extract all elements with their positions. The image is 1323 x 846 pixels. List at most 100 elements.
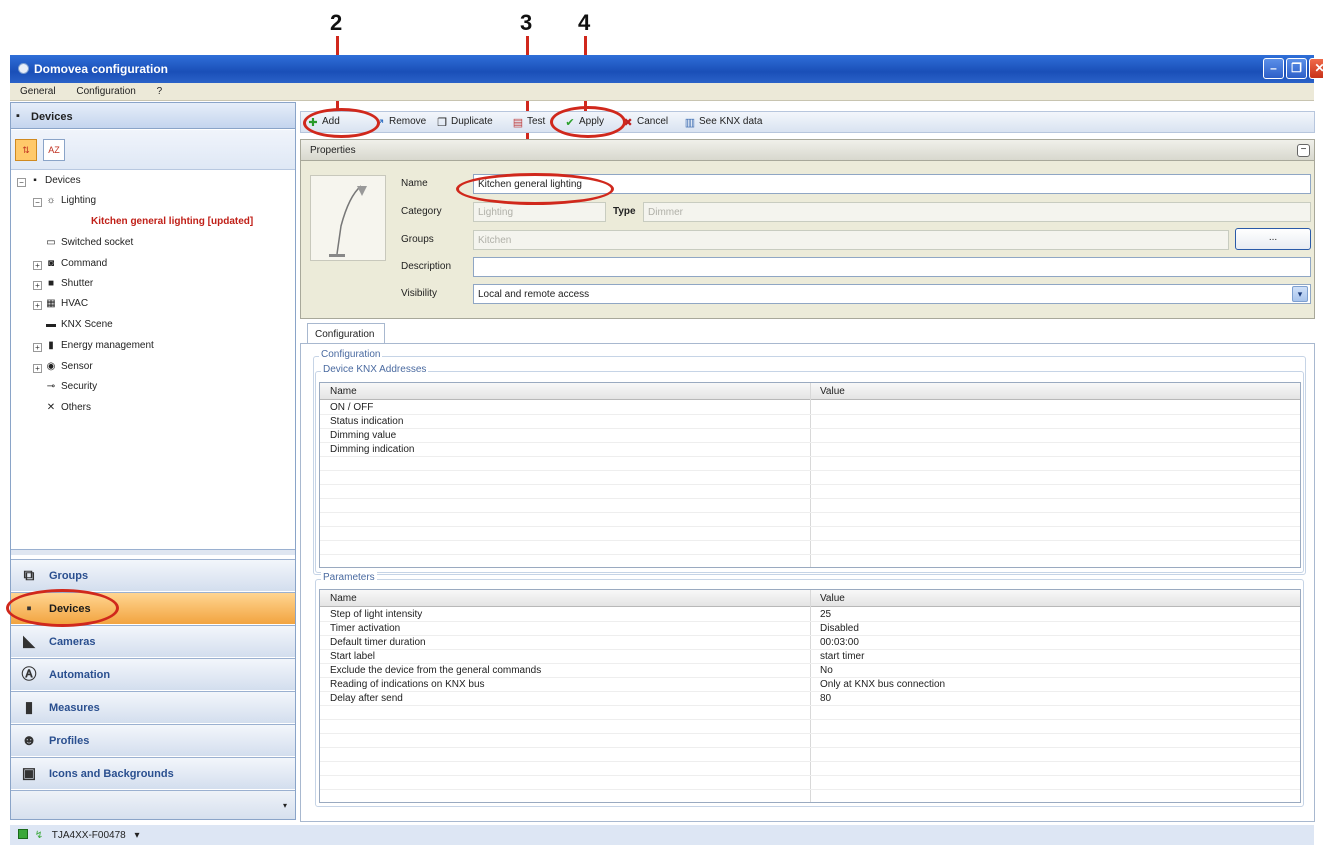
tree-collapse-icon[interactable]: − (17, 178, 26, 187)
title-bar: Domovea configuration – ❐ ✕ (10, 55, 1323, 83)
devices-header-label: Devices (31, 111, 73, 123)
tree-label: Others (61, 402, 92, 413)
nav-profiles[interactable]: ☻ Profiles (11, 724, 295, 756)
camera-icon: ◣ (23, 633, 35, 650)
row-value: 25 (820, 609, 832, 620)
row-name: Dimming indication (330, 444, 415, 455)
nav-measures[interactable]: ▮ Measures (11, 691, 295, 723)
table-row (320, 485, 1300, 499)
nav-overflow-bar: ▾ (11, 790, 295, 819)
restore-icon[interactable]: ❐ (1286, 58, 1307, 79)
tree-expand-icon[interactable]: + (33, 301, 42, 310)
table-row[interactable]: Timer activation Disabled (320, 622, 1300, 636)
highlight-devices (6, 589, 119, 627)
tree-item-others[interactable]: ✕ Others (45, 402, 91, 413)
table-row (320, 471, 1300, 485)
chevron-down-icon[interactable]: ▾ (283, 801, 287, 810)
tree-expand-icon[interactable]: + (33, 261, 42, 270)
table-row[interactable]: Exclude the device from the general comm… (320, 664, 1300, 678)
tree-item-lighting[interactable]: ☼ Lighting (45, 195, 96, 206)
tree-item-security[interactable]: ⊸ Security (45, 381, 97, 392)
table-row[interactable]: Start label start timer (320, 650, 1300, 664)
nav-icons-backgrounds[interactable]: ▣ Icons and Backgrounds (11, 757, 295, 789)
bulb-icon: ☼ (46, 195, 56, 206)
devices-icon: ▪ (33, 175, 37, 186)
table-row[interactable]: Default timer duration 00:03:00 (320, 636, 1300, 650)
chevron-down-icon[interactable]: ▾ (135, 830, 140, 841)
tree-item-kitchen-lighting[interactable]: Kitchen general lighting [updated] (91, 216, 253, 227)
row-name: Timer activation (330, 623, 401, 634)
tree-item-command[interactable]: ◙ Command (45, 258, 107, 269)
table-row (320, 762, 1300, 776)
table-row[interactable]: Dimming value (320, 429, 1300, 443)
table-row (320, 527, 1300, 541)
splitter-handle[interactable] (11, 549, 295, 555)
minimize-icon[interactable]: – (1263, 58, 1284, 79)
knx-data-icon: ▥ (684, 117, 696, 129)
collapse-icon[interactable]: − (1297, 144, 1310, 157)
table-row[interactable]: Status indication (320, 415, 1300, 429)
table-row[interactable]: Dimming indication (320, 443, 1300, 457)
menu-help[interactable]: ? (147, 83, 171, 97)
row-value: 80 (820, 693, 832, 704)
shutter-icon: ■ (47, 278, 55, 289)
tree-item-switched-socket[interactable]: ▭ Switched socket (45, 237, 133, 248)
groups-browse-button[interactable]: ... (1235, 228, 1311, 250)
table-row (320, 748, 1300, 762)
visibility-select[interactable]: Local and remote access ▾ (473, 284, 1311, 304)
tree-item-hvac[interactable]: ▦ HVAC (45, 298, 88, 309)
others-icon: ✕ (46, 402, 56, 413)
tree-expand-icon[interactable]: + (33, 343, 42, 352)
duplicate-icon: ❐ (437, 117, 447, 129)
table-row[interactable]: ON / OFF (320, 401, 1300, 415)
nav-label: Automation (49, 669, 111, 681)
col-name: Name (330, 386, 357, 397)
duplicate-button[interactable]: ❐ Duplicate (435, 116, 493, 129)
table-row[interactable]: Step of light intensity 25 (320, 608, 1300, 622)
remove-label: Remove (389, 116, 427, 127)
sort-category-icon[interactable]: ⇅ (15, 139, 37, 161)
tree-expand-icon[interactable]: + (33, 281, 42, 290)
status-bar: ↯ TJA4XX-F00478 ▾ (10, 825, 1314, 845)
tree-item-shutter[interactable]: ■ Shutter (45, 278, 93, 289)
remove-button[interactable]: ↗ Remove (373, 116, 426, 129)
network-icon: ↯ (34, 830, 44, 841)
chevron-down-icon[interactable]: ▾ (1292, 286, 1308, 302)
row-name: Reading of indications on KNX bus (330, 679, 485, 690)
left-panel: ▪ Devices ⇅ AZ − ▪ Devices − ☼ Lighting Ki… (10, 102, 296, 820)
visibility-label: Visibility (401, 288, 437, 299)
tree-item-energy[interactable]: ▮ Energy management (45, 340, 154, 351)
see-knx-button[interactable]: ▥ See KNX data (683, 116, 763, 129)
nav-groups[interactable]: ⧉ Groups (11, 559, 295, 591)
scene-icon: ▬ (46, 319, 56, 330)
table-row[interactable]: Delay after send 80 (320, 692, 1300, 706)
tree-expand-icon[interactable]: + (33, 364, 42, 373)
tab-configuration[interactable]: Configuration (307, 323, 385, 344)
tree-label: Switched socket (61, 237, 134, 248)
nav-label: Cameras (49, 636, 96, 648)
app-icon (18, 63, 29, 74)
description-field[interactable] (473, 257, 1311, 277)
cancel-label: Cancel (637, 116, 669, 127)
parameters-legend: Parameters (321, 572, 377, 583)
cancel-button[interactable]: ✖ Cancel (621, 116, 668, 129)
menu-general[interactable]: General (10, 83, 64, 97)
command-icon: ◙ (47, 258, 55, 269)
callout-3: 3 (520, 10, 533, 35)
sort-toolbar: ⇅ AZ (11, 130, 295, 170)
tree-item-sensor[interactable]: ◉ Sensor (45, 361, 93, 372)
test-button[interactable]: ▤ Test (511, 116, 546, 129)
tree-item-knx-scene[interactable]: ▬ KNX Scene (45, 319, 113, 330)
table-row[interactable]: Reading of indications on KNX bus Only at… (320, 678, 1300, 692)
tree-item-devices[interactable]: ▪ Devices (29, 175, 81, 186)
menu-configuration[interactable]: Configuration (66, 83, 143, 97)
tree-label: Devices (45, 175, 81, 186)
row-value: No (820, 665, 833, 676)
sort-alpha-icon[interactable]: AZ (43, 139, 65, 161)
row-name: ON / OFF (330, 402, 374, 413)
nav-cameras[interactable]: ◣ Cameras (11, 625, 295, 657)
close-icon[interactable]: ✕ (1309, 58, 1323, 79)
tree-collapse-icon[interactable]: − (33, 198, 42, 207)
nav-automation[interactable]: Ⓐ Automation (11, 658, 295, 690)
tree-label: HVAC (61, 298, 89, 309)
